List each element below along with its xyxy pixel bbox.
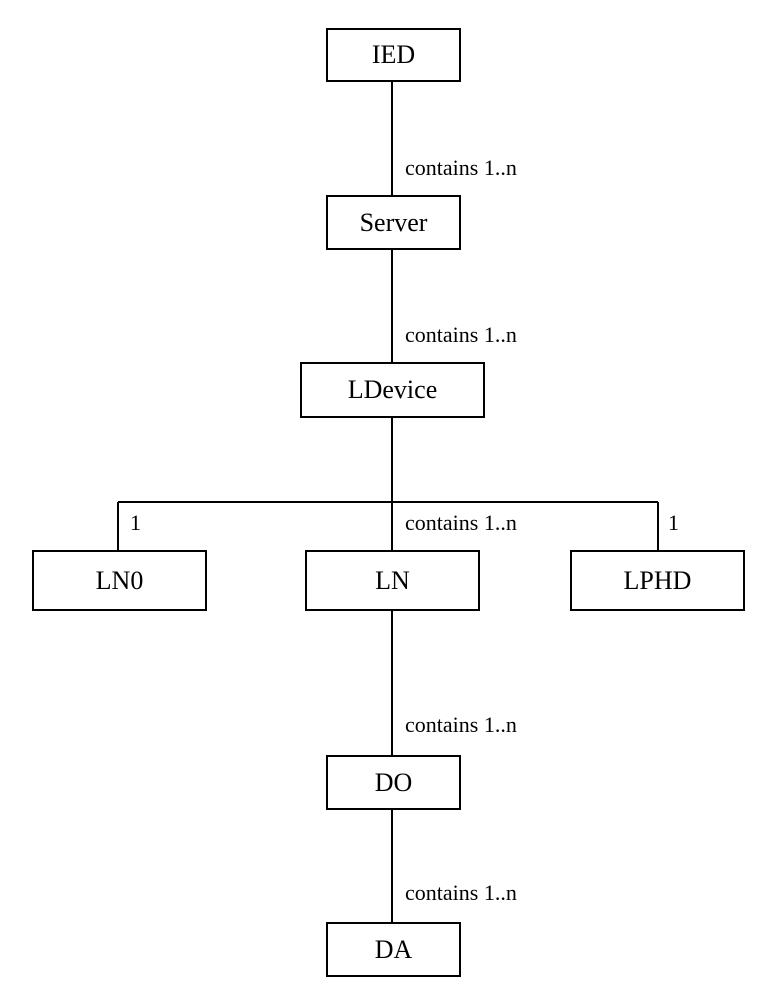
node-ied-label: IED: [372, 40, 415, 70]
edge-ldevice-lphd-label: 1: [668, 510, 679, 536]
edge-do-da-label: contains 1..n: [405, 880, 517, 906]
node-server-label: Server: [360, 208, 428, 238]
node-do-label: DO: [375, 768, 413, 798]
hierarchy-diagram: IED Server LDevice LN0 LN LPHD DO DA con…: [0, 0, 772, 1000]
node-server: Server: [326, 195, 461, 250]
edge-server-ldevice-label: contains 1..n: [405, 322, 517, 348]
node-do: DO: [326, 755, 461, 810]
edge-ldevice-ln-label: contains 1..n: [405, 510, 517, 536]
node-ldevice-label: LDevice: [348, 375, 438, 405]
node-ln-label: LN: [375, 566, 410, 596]
node-da: DA: [326, 922, 461, 977]
edge-ied-server-label: contains 1..n: [405, 155, 517, 181]
node-da-label: DA: [375, 935, 413, 965]
connector-lines: [0, 0, 772, 1000]
node-ied: IED: [326, 28, 461, 82]
node-ln0-label: LN0: [96, 566, 144, 596]
edge-ldevice-ln0-label: 1: [130, 510, 141, 536]
node-lphd: LPHD: [570, 550, 745, 611]
node-ldevice: LDevice: [300, 362, 485, 418]
node-ln0: LN0: [32, 550, 207, 611]
edge-ln-do-label: contains 1..n: [405, 712, 517, 738]
node-lphd-label: LPHD: [624, 566, 692, 596]
node-ln: LN: [305, 550, 480, 611]
